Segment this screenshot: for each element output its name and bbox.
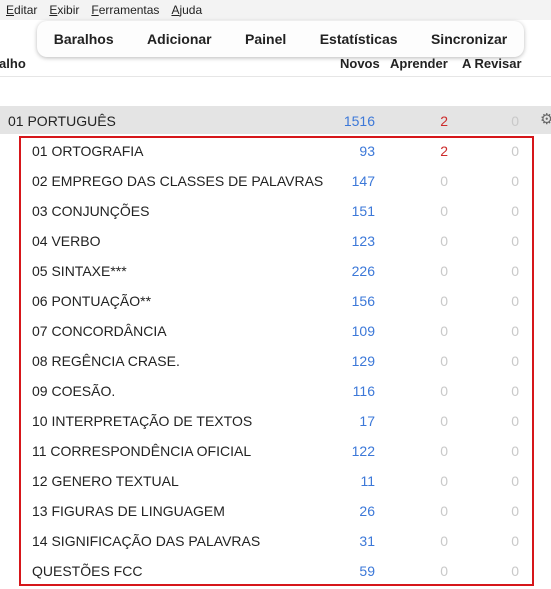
menu-ajuda[interactable]: Ajuda — [171, 3, 202, 17]
column-header-deck: ralho — [0, 56, 26, 71]
highlight-box — [19, 136, 534, 586]
menu-editar[interactable]: Editar — [6, 3, 37, 17]
toolbar-browse-button[interactable]: Painel — [239, 27, 292, 51]
toolbar-stats-button[interactable]: Estatísticas — [314, 27, 404, 51]
menu-exibir[interactable]: Exibir — [49, 3, 79, 17]
deck-name[interactable]: 01 PORTUGUÊS — [8, 113, 116, 129]
menu-ferramentas[interactable]: Ferramentas — [91, 3, 159, 17]
deck-review-count: 0 — [511, 113, 519, 129]
toolbar-sync-button[interactable]: Sincronizar — [425, 27, 513, 51]
gear-icon[interactable]: ⚙ — [540, 110, 551, 128]
main-toolbar: Baralhos Adicionar Painel Estatísticas S… — [37, 21, 524, 57]
toolbar-add-button[interactable]: Adicionar — [141, 27, 218, 51]
deck-new-count: 1516 — [343, 113, 375, 129]
header-divider — [0, 76, 551, 77]
column-header-learn: Aprender — [390, 56, 448, 71]
deck-row-parent[interactable]: 01 PORTUGUÊS 1516 2 0 ⚙ — [0, 106, 551, 134]
column-header-new: Novos — [340, 56, 380, 71]
deck-learn-count: 2 — [440, 113, 448, 129]
toolbar-decks-button[interactable]: Baralhos — [48, 27, 120, 51]
column-header-review: A Revisar — [462, 56, 522, 71]
menu-bar: Editar Exibir Ferramentas Ajuda — [0, 0, 551, 20]
deck-table-header: ralho Novos Aprender A Revisar — [0, 56, 551, 76]
